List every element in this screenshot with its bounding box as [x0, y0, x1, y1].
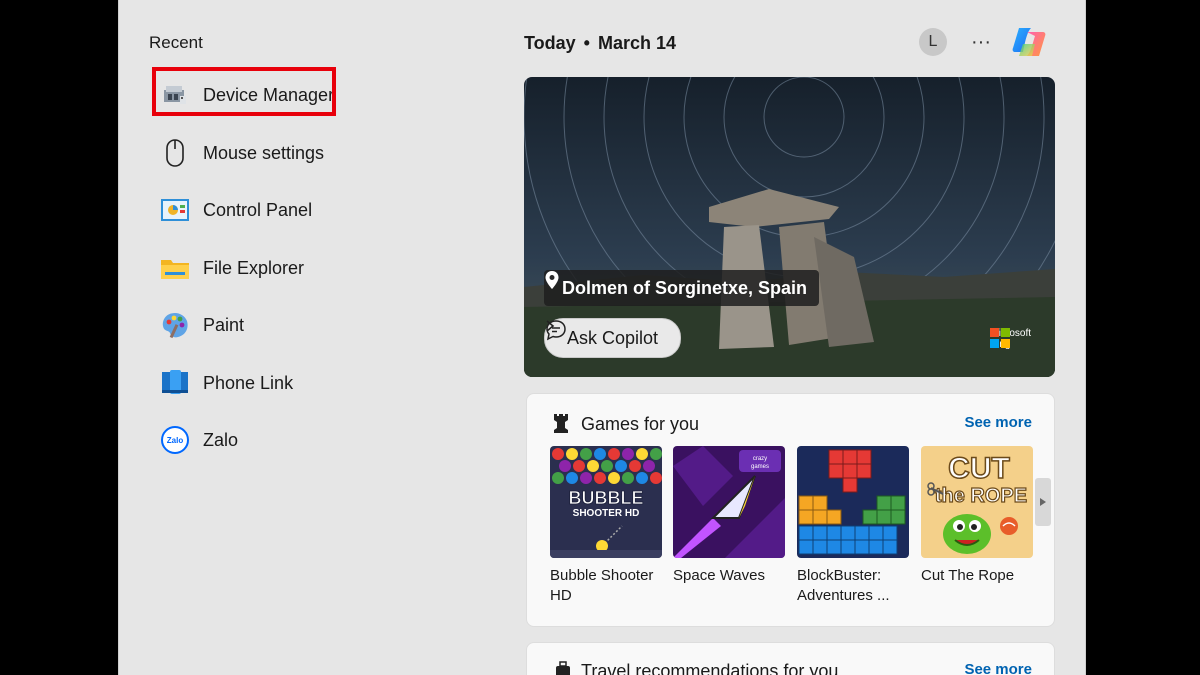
game-tile-space-waves[interactable]: crazy games Space Waves — [673, 446, 785, 586]
recent-item-phone-link[interactable]: Phone Link — [159, 363, 359, 403]
recent-item-file-explorer[interactable]: File Explorer — [159, 248, 359, 288]
svg-text:the ROPE: the ROPE — [935, 485, 1027, 507]
location-label: Dolmen of Sorginetxe, Spain — [562, 277, 808, 298]
scroll-right-button[interactable] — [1035, 478, 1051, 526]
games-see-more-link[interactable]: See more — [964, 414, 1032, 431]
folder-icon — [159, 252, 191, 284]
highlight-box — [152, 67, 336, 116]
game-tile-blockbuster[interactable]: BlockBuster: Adventures ... — [797, 446, 909, 606]
svg-text:SHOOTER HD: SHOOTER HD — [573, 508, 640, 519]
svg-text:Zalo: Zalo — [167, 436, 184, 445]
recent-heading: Recent — [149, 33, 203, 52]
travel-see-more-link[interactable]: See more — [964, 661, 1032, 675]
mouse-icon — [159, 137, 191, 169]
ask-copilot-label: Ask Copilot — [567, 327, 659, 348]
date-label: March 14 — [597, 33, 677, 53]
travel-card: Travel recommendations for you See more — [526, 642, 1055, 675]
microsoft-bing-logo: Microsoft Bing — [990, 328, 1031, 350]
svg-text:CUT: CUT — [948, 452, 1010, 485]
game-thumbnail: BUBBLE SHOOTER HD — [550, 446, 662, 558]
phone-link-icon — [159, 367, 191, 399]
travel-title: Travel recommendations for you — [581, 661, 839, 675]
svg-text:games: games — [751, 464, 769, 470]
games-card: Games for you See more BUBBLE SHOOTER HD — [526, 393, 1055, 627]
game-name: Bubble Shooter HD — [550, 567, 654, 604]
game-tile-cut-the-rope[interactable]: CUT the ROPE Cut The Rope — [921, 446, 1033, 586]
date-header: Today • March 14 — [524, 33, 676, 54]
user-avatar[interactable]: L — [919, 28, 947, 56]
more-options-button[interactable]: ··· — [971, 28, 991, 56]
game-thumbnail: CUT the ROPE — [921, 446, 1033, 558]
start-menu-panel: Recent Device Manager Mouse settings Con… — [118, 0, 1086, 675]
ask-copilot-button[interactable]: Ask Copilot — [544, 318, 682, 358]
zalo-icon: Zalo — [159, 424, 191, 456]
recent-item-label: Paint — [203, 314, 245, 335]
recent-item-label: Phone Link — [203, 372, 294, 393]
today-label: Today — [524, 33, 576, 53]
caret-right-icon — [1040, 498, 1046, 506]
copilot-icon[interactable] — [1009, 22, 1049, 62]
recent-item-paint[interactable]: Paint — [159, 305, 359, 345]
recent-item-label: Zalo — [203, 429, 239, 450]
recent-item-control-panel[interactable]: Control Panel — [159, 190, 359, 230]
chess-rook-icon — [551, 412, 571, 439]
svg-text:BUBBLE: BUBBLE — [569, 488, 644, 508]
game-name: Cut The Rope — [921, 567, 1015, 584]
location-badge[interactable]: Dolmen of Sorginetxe, Spain — [544, 270, 820, 306]
recent-item-label: File Explorer — [203, 257, 305, 278]
game-name: BlockBuster: Adventures ... — [797, 567, 890, 604]
recent-item-zalo[interactable]: Zalo Zalo — [159, 420, 359, 460]
recent-item-mouse-settings[interactable]: Mouse settings — [159, 133, 359, 173]
recent-item-label: Control Panel — [203, 199, 313, 220]
svg-text:crazy: crazy — [753, 456, 767, 462]
control-panel-icon — [159, 194, 191, 226]
suitcase-icon — [555, 661, 571, 675]
date-separator: • — [583, 33, 590, 53]
microsoft-logo-icon — [990, 328, 1011, 348]
game-thumbnail: crazy games — [673, 446, 785, 558]
game-thumbnail — [797, 446, 909, 558]
game-tile-bubble-shooter[interactable]: BUBBLE SHOOTER HD Bubble Shooter HD — [550, 446, 662, 606]
recent-item-label: Mouse settings — [203, 142, 325, 163]
game-name: Space Waves — [673, 567, 765, 584]
games-title: Games for you — [581, 414, 700, 434]
paint-palette-icon — [159, 309, 191, 341]
hero-image-card[interactable]: Dolmen of Sorginetxe, Spain Ask Copilot … — [524, 77, 1055, 377]
